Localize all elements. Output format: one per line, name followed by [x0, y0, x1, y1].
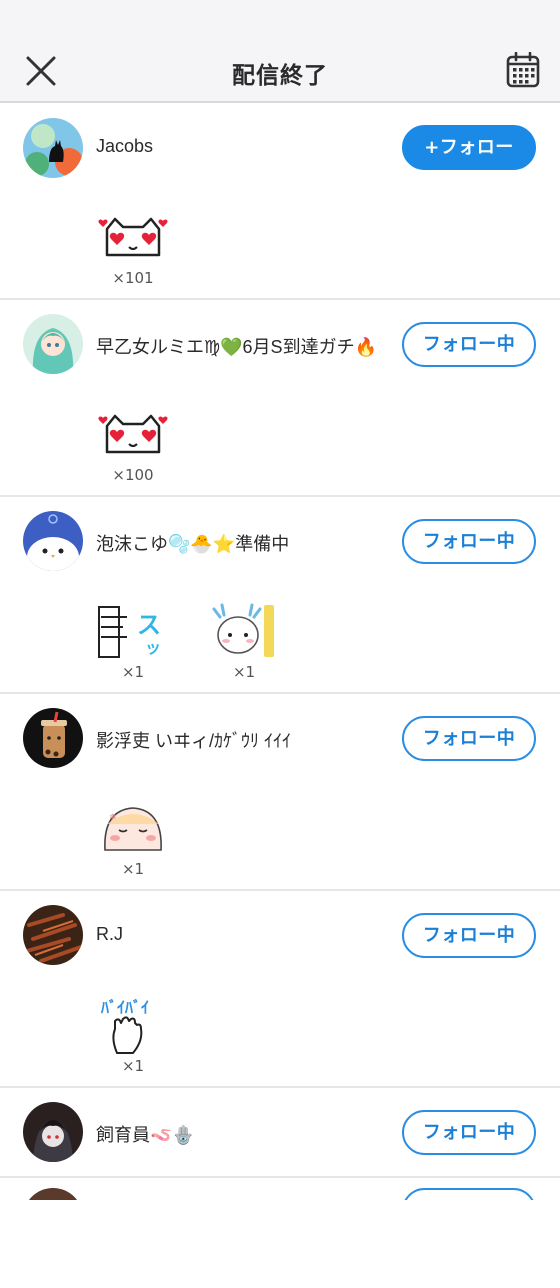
user-name[interactable]: 泡沫こゆ🫧🐣⭐準備中 — [96, 530, 289, 556]
svg-text:ス: ス — [137, 611, 161, 639]
dragon-character-sticker-icon — [212, 603, 274, 657]
user-name[interactable]: 飼育員🪱🪬 — [96, 1121, 195, 1147]
stamp-item: ×101 — [93, 209, 173, 289]
heart-eyes-cat-sticker-icon — [98, 414, 168, 454]
following-button[interactable]: フォロー中 — [402, 913, 536, 958]
svg-text:ﾊﾞｲﾊﾞｲ: ﾊﾞｲﾊﾞｲ — [100, 998, 149, 1017]
avatar[interactable] — [23, 511, 83, 571]
stamp-item: ❄ ×1 — [93, 800, 173, 880]
list-item: 早乙女ルミエ♍💚6月S到達ガチ🔥 フォロー中 ×100 — [0, 300, 560, 497]
svg-text:❄: ❄ — [109, 813, 117, 823]
user-name[interactable]: 早乙女ルミエ♍💚6月S到達ガチ🔥 — [96, 333, 377, 359]
byebye-hand-sticker-icon: ﾊﾞｲﾊﾞｲ — [100, 998, 149, 1054]
svg-text:ッ: ッ — [145, 638, 161, 657]
stamp-count: ×100 — [112, 466, 154, 484]
list-item: 影浮吏 いヰィ/ｶｹﾞｳﾘ ｲｲｲ フォロー中 ❄ ×1 — [0, 694, 560, 891]
avatar[interactable] — [23, 1188, 83, 1200]
calendar-icon[interactable] — [506, 52, 540, 88]
avatar[interactable] — [23, 314, 83, 374]
list-item-partial — [0, 1176, 560, 1200]
user-name[interactable]: 影浮吏 いヰィ/ｶｹﾞｳﾘ ｲｲｲ — [96, 727, 291, 753]
avatar[interactable] — [23, 708, 83, 768]
heart-eyes-cat-sticker-icon — [98, 217, 168, 257]
list-item: 泡沫こゆ🫧🐣⭐準備中 フォロー中 ス ッ ×1 ×1 — [0, 497, 560, 694]
stamp-count: ×1 — [121, 860, 145, 878]
stamp-count: ×1 — [121, 1057, 145, 1075]
stamp-item: ス ッ ×1 — [93, 603, 173, 683]
list-item: R.J フォロー中 ﾊﾞｲﾊﾞｲ ×1 — [0, 891, 560, 1088]
gift-list: Jacobs +フォロー ×101 早乙女ルミエ♍💚6月S到達ガチ🔥 フォロー中… — [0, 103, 560, 1288]
avatar[interactable] — [23, 118, 83, 178]
following-button[interactable]: フォロー中 — [402, 519, 536, 564]
stamp-item: ×100 — [93, 406, 173, 486]
stamp-count: ×101 — [112, 269, 154, 287]
following-button[interactable] — [402, 1188, 536, 1200]
user-name[interactable]: R.J — [96, 924, 123, 945]
following-button[interactable]: フォロー中 — [402, 322, 536, 367]
user-name[interactable]: Jacobs — [96, 136, 153, 157]
stamp-count: ×1 — [232, 663, 256, 681]
page-title: 配信終了 — [232, 63, 328, 89]
avatar[interactable] — [23, 905, 83, 965]
stamp-item: ﾊﾞｲﾊﾞｲ ×1 — [93, 997, 173, 1077]
follow-button[interactable]: +フォロー — [402, 125, 536, 170]
stamp-count: ×1 — [121, 663, 145, 681]
list-item: Jacobs +フォロー ×101 — [0, 103, 560, 300]
sutsu-exit-sticker-icon: ス ッ — [98, 606, 161, 658]
sleepy-bun-sticker-icon: ❄ — [104, 807, 162, 851]
header-bar: 配信終了 — [0, 0, 560, 103]
avatar[interactable] — [23, 1102, 83, 1162]
following-button[interactable]: フォロー中 — [402, 716, 536, 761]
stamp-item: ×1 — [204, 603, 284, 683]
following-button[interactable]: フォロー中 — [402, 1110, 536, 1155]
